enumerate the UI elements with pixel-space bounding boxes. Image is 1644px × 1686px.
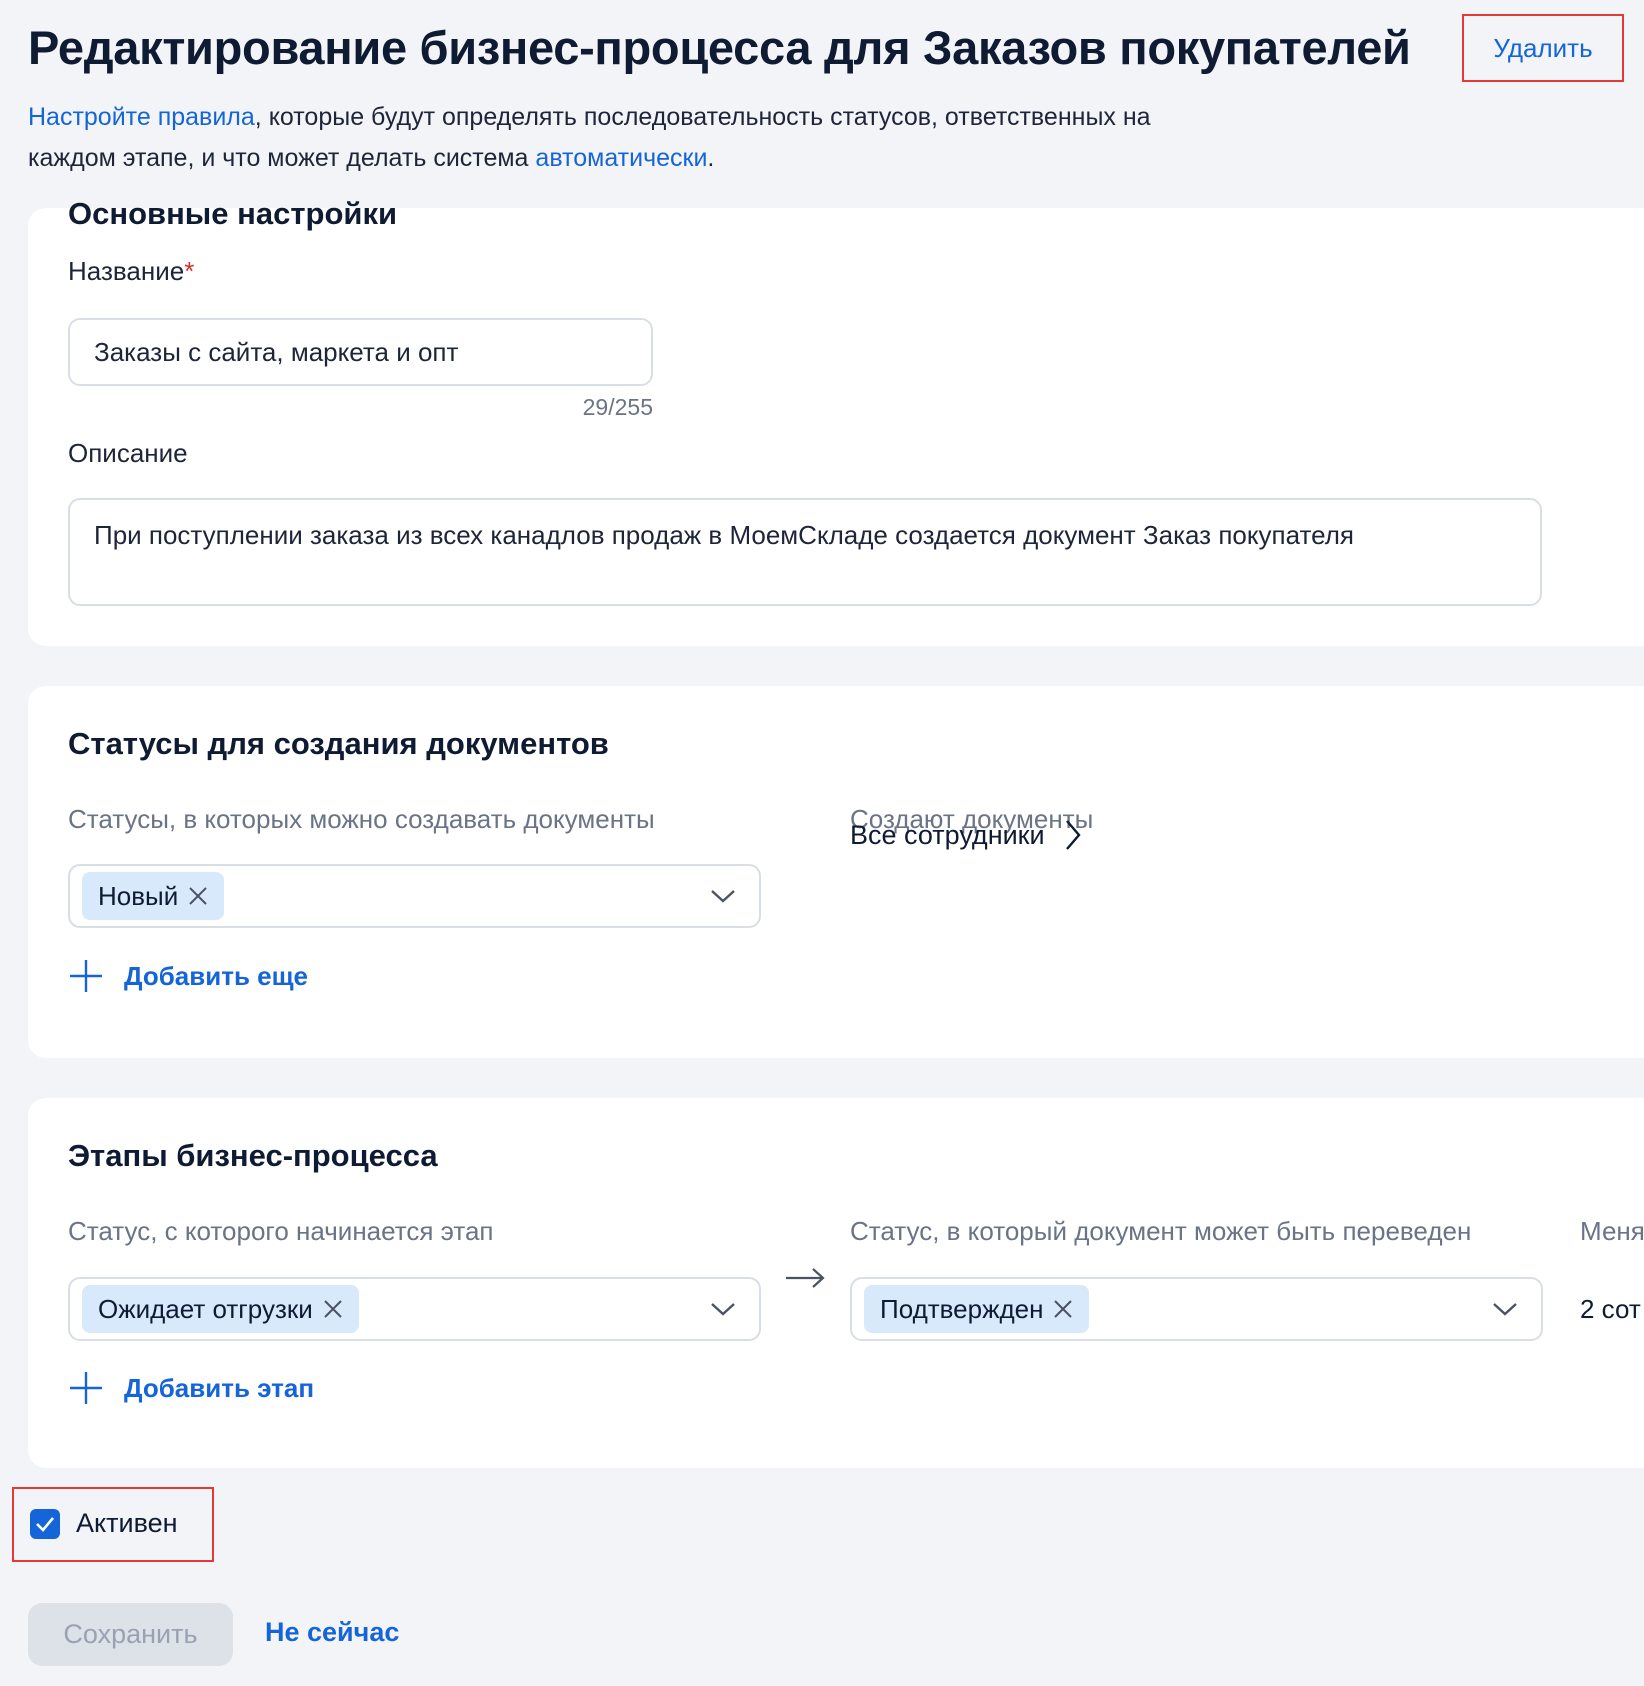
active-checkbox-label[interactable]: Активен xyxy=(76,1508,178,1539)
statuses-label: Статусы, в которых можно создавать докум… xyxy=(68,804,655,834)
main-settings-title: Основные настройки xyxy=(68,196,398,231)
name-input-value: Заказы с сайта, маркета и опт xyxy=(94,336,459,367)
description-value: При поступлении заказа из всех канадлов … xyxy=(94,520,1354,550)
name-char-counter: 29/255 xyxy=(582,394,653,420)
intro-text-end: . xyxy=(707,144,715,172)
to-status-select[interactable]: Подтвержден xyxy=(850,1277,1543,1341)
required-mark: * xyxy=(184,256,195,286)
name-input[interactable]: Заказы с сайта, маркета и опт xyxy=(68,318,653,386)
delete-button-highlight: Удалить xyxy=(1462,14,1624,82)
description-textarea[interactable]: При поступлении заказа из всех канадлов … xyxy=(68,498,1542,606)
save-button[interactable]: Сохранить xyxy=(28,1603,233,1666)
active-checkbox-highlight: Активен xyxy=(12,1487,214,1562)
chevron-down-icon[interactable] xyxy=(709,1299,737,1319)
description-field-label: Описание xyxy=(68,438,188,468)
delete-button[interactable]: Удалить xyxy=(1493,33,1592,64)
checkmark-icon xyxy=(36,1517,54,1532)
remove-chip-icon[interactable] xyxy=(1051,1297,1075,1321)
add-stage-label: Добавить этап xyxy=(124,1372,315,1403)
configure-rules-link[interactable]: Настройте правила xyxy=(28,103,255,131)
plus-icon xyxy=(70,960,102,992)
to-status-label: Статус, в который документ может быть пе… xyxy=(850,1216,1472,1246)
main-settings-card: Основные настройки Название* Заказы с са… xyxy=(28,196,1644,646)
creators-value: Все сотрудники xyxy=(850,819,1045,850)
active-checkbox[interactable] xyxy=(30,1509,60,1539)
statuses-select[interactable]: Новый xyxy=(68,864,761,928)
automatically-link[interactable]: автоматически xyxy=(535,144,707,172)
status-chip-label: Новый xyxy=(98,880,179,911)
from-status-select[interactable]: Ожидает отгрузки xyxy=(68,1277,761,1341)
third-column-value[interactable]: 2 сот xyxy=(1580,1294,1641,1325)
stages-title: Этапы бизнес-процесса xyxy=(68,1138,438,1173)
name-field-label: Название* xyxy=(68,256,194,287)
page-description: Настройте правила, которые будут определ… xyxy=(28,97,1228,179)
from-status-label: Статус, с которого начинается этап xyxy=(68,1216,494,1246)
stages-card: Этапы бизнес-процесса Статус, с которого… xyxy=(28,1098,1644,1468)
add-stage-button[interactable]: Добавить этап xyxy=(68,1370,314,1406)
to-status-chip-label: Подтвержден xyxy=(880,1293,1044,1324)
plus-icon xyxy=(70,1372,102,1404)
add-more-status-button[interactable]: Добавить еще xyxy=(68,958,308,994)
to-status-chip: Подтвержден xyxy=(864,1285,1090,1333)
arrow-right-icon xyxy=(786,1268,825,1288)
status-chip: Новый xyxy=(82,872,225,920)
remove-chip-icon[interactable] xyxy=(186,884,210,908)
not-now-link[interactable]: Не сейчас xyxy=(265,1617,399,1648)
chevron-right-icon xyxy=(1065,820,1081,850)
doc-statuses-title: Статусы для создания документов xyxy=(68,726,609,761)
doc-statuses-card: Статусы для создания документов Статусы,… xyxy=(28,686,1644,1058)
third-column-label: Меня xyxy=(1580,1216,1644,1246)
page-title: Редактирование бизнес-процесса для Заказ… xyxy=(28,21,1411,74)
from-status-chip: Ожидает отгрузки xyxy=(82,1285,359,1333)
name-label-text: Название xyxy=(68,256,185,286)
remove-chip-icon[interactable] xyxy=(321,1297,345,1321)
from-status-chip-label: Ожидает отгрузки xyxy=(98,1293,313,1324)
add-more-label: Добавить еще xyxy=(124,960,309,991)
chevron-down-icon[interactable] xyxy=(1491,1299,1519,1319)
creators-selector[interactable]: Все сотрудники xyxy=(850,818,1083,852)
chevron-down-icon[interactable] xyxy=(709,886,737,906)
